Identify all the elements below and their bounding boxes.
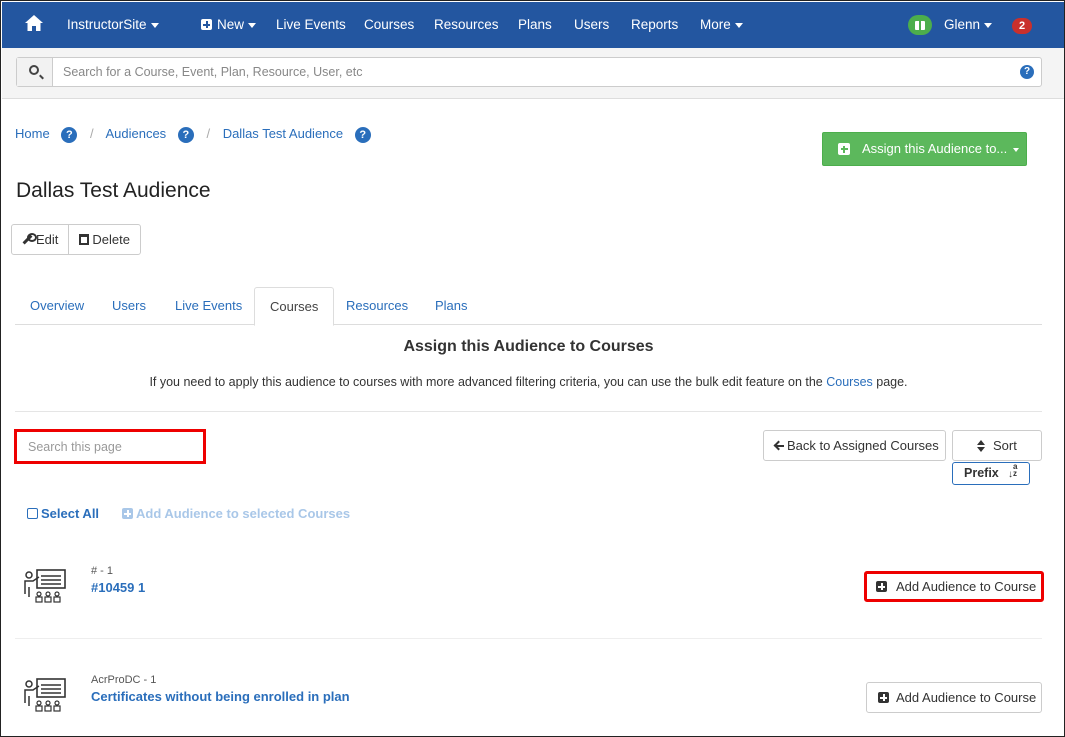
sort-button[interactable]: Sort: [952, 430, 1042, 461]
sort-icon: [977, 440, 985, 452]
trash-icon: [79, 234, 90, 245]
tab-resources[interactable]: Resources: [331, 287, 423, 325]
section-text: If you need to apply this audience to co…: [149, 375, 827, 389]
chevron-down-icon: [248, 22, 257, 28]
tab-live-events[interactable]: Live Events: [160, 287, 257, 325]
plus-square-icon: [876, 581, 887, 592]
divider: [15, 411, 1042, 412]
page-search-input[interactable]: [17, 432, 203, 461]
course-id: # - 1: [91, 565, 114, 577]
gift-icon[interactable]: [908, 15, 932, 35]
section-description: If you need to apply this audience to co…: [1, 375, 1056, 389]
help-icon[interactable]: ?: [61, 127, 78, 143]
add-to-selected-button[interactable]: Add Audience to selected Courses: [122, 506, 350, 521]
nav-users[interactable]: Users: [574, 2, 609, 48]
nav-plans[interactable]: Plans: [518, 2, 552, 48]
nav-new-label: New: [217, 17, 245, 32]
help-icon[interactable]: ?: [1020, 65, 1034, 79]
delete-label: Delete: [92, 232, 130, 247]
classroom-icon: [24, 678, 66, 712]
edit-button[interactable]: Edit: [12, 225, 68, 254]
checkbox-icon: [27, 508, 38, 519]
breadcrumb-separator: /: [89, 126, 94, 141]
courses-page-link[interactable]: Courses: [826, 375, 873, 389]
user-menu[interactable]: Glenn: [944, 2, 993, 48]
global-search-input[interactable]: [54, 58, 1014, 86]
nav-courses[interactable]: Courses: [364, 2, 414, 48]
help-icon[interactable]: ?: [354, 127, 371, 143]
chevron-down-icon: [734, 22, 743, 28]
nav-live-events[interactable]: Live Events: [276, 2, 346, 48]
notification-badge[interactable]: 2: [1012, 18, 1032, 34]
search-addon: [17, 58, 53, 86]
plus-square-icon: [122, 508, 133, 519]
arrow-left-icon: [774, 441, 784, 451]
app-window: InstructorSite New Live Events Courses R…: [0, 0, 1065, 737]
sort-field-prefix[interactable]: Prefix ↓a z: [952, 462, 1030, 485]
list-item: AcrProDC - 1 Certificates without being …: [15, 658, 1042, 736]
page-title: Dallas Test Audience: [16, 179, 211, 202]
breadcrumb-separator: /: [206, 126, 211, 141]
tab-bar: Overview Users Live Events Courses Resou…: [15, 287, 1042, 326]
select-all-label: Select All: [41, 506, 100, 521]
delete-button[interactable]: Delete: [68, 225, 140, 254]
add-audience-to-course-button[interactable]: Add Audience to Course: [864, 571, 1044, 602]
select-all[interactable]: Select All: [27, 506, 99, 521]
page-search: [14, 429, 206, 464]
tab-overview[interactable]: Overview: [15, 287, 99, 325]
nav-new[interactable]: New: [201, 2, 257, 48]
home-icon[interactable]: [24, 2, 46, 48]
breadcrumb-current[interactable]: Dallas Test Audience: [223, 126, 343, 141]
edit-label: Edit: [36, 232, 59, 247]
user-name: Glenn: [944, 17, 981, 32]
section-heading: Assign this Audience to Courses: [403, 338, 654, 355]
global-search: ?: [16, 57, 1042, 87]
course-name-link[interactable]: Certificates without being enrolled in p…: [91, 689, 350, 704]
chevron-down-icon: [150, 22, 159, 28]
add-audience-label: Add Audience to Course: [896, 690, 1037, 705]
assign-audience-label: Assign this Audience to...: [862, 141, 1008, 156]
course-name-link[interactable]: #10459 1: [91, 580, 145, 595]
add-audience-to-course-button[interactable]: Add Audience to Course: [866, 682, 1042, 713]
nav-reports[interactable]: Reports: [631, 2, 678, 48]
back-to-assigned-button[interactable]: Back to Assigned Courses: [763, 430, 946, 461]
brand-menu[interactable]: InstructorSite: [67, 2, 159, 48]
list-item: # - 1 #10459 1 Add Audience to Course: [15, 549, 1044, 639]
tab-plans[interactable]: Plans: [420, 287, 483, 325]
tab-users[interactable]: Users: [97, 287, 161, 325]
classroom-icon: [24, 569, 66, 603]
chevron-down-icon: [1013, 147, 1020, 152]
tab-courses[interactable]: Courses: [254, 287, 335, 326]
help-icon[interactable]: ?: [177, 127, 194, 143]
nav-resources[interactable]: Resources: [434, 2, 499, 48]
back-label: Back to Assigned Courses: [787, 438, 939, 453]
breadcrumb-audiences[interactable]: Audiences: [105, 126, 166, 141]
plus-square-icon: [201, 19, 212, 30]
breadcrumb-home[interactable]: Home: [15, 126, 50, 141]
sort-label: Sort: [993, 438, 1017, 453]
nav-more-label: More: [700, 17, 731, 32]
plus-square-icon: [838, 143, 850, 155]
brand-label: InstructorSite: [67, 17, 147, 32]
section-text-end: page.: [872, 375, 908, 389]
action-button-group: Edit Delete: [11, 224, 141, 255]
add-audience-label: Add Audience to Course: [896, 579, 1037, 594]
chevron-down-icon: [984, 22, 993, 28]
assign-audience-button[interactable]: Assign this Audience to...: [822, 132, 1027, 166]
course-id: AcrProDC - 1: [91, 674, 157, 686]
search-strip: ?: [2, 48, 1064, 99]
add-selected-label: Add Audience to selected Courses: [136, 506, 351, 521]
plus-square-icon: [878, 692, 889, 703]
breadcrumb: Home ? / Audiences ? / Dallas Test Audie…: [15, 125, 371, 143]
top-navbar: InstructorSite New Live Events Courses R…: [2, 2, 1064, 48]
wrench-icon: [22, 233, 37, 245]
search-icon: [29, 65, 39, 75]
nav-more[interactable]: More: [700, 2, 743, 48]
sort-field-label: Prefix: [964, 466, 999, 480]
sort-ascending-icon: ↓a z: [1008, 462, 1018, 481]
